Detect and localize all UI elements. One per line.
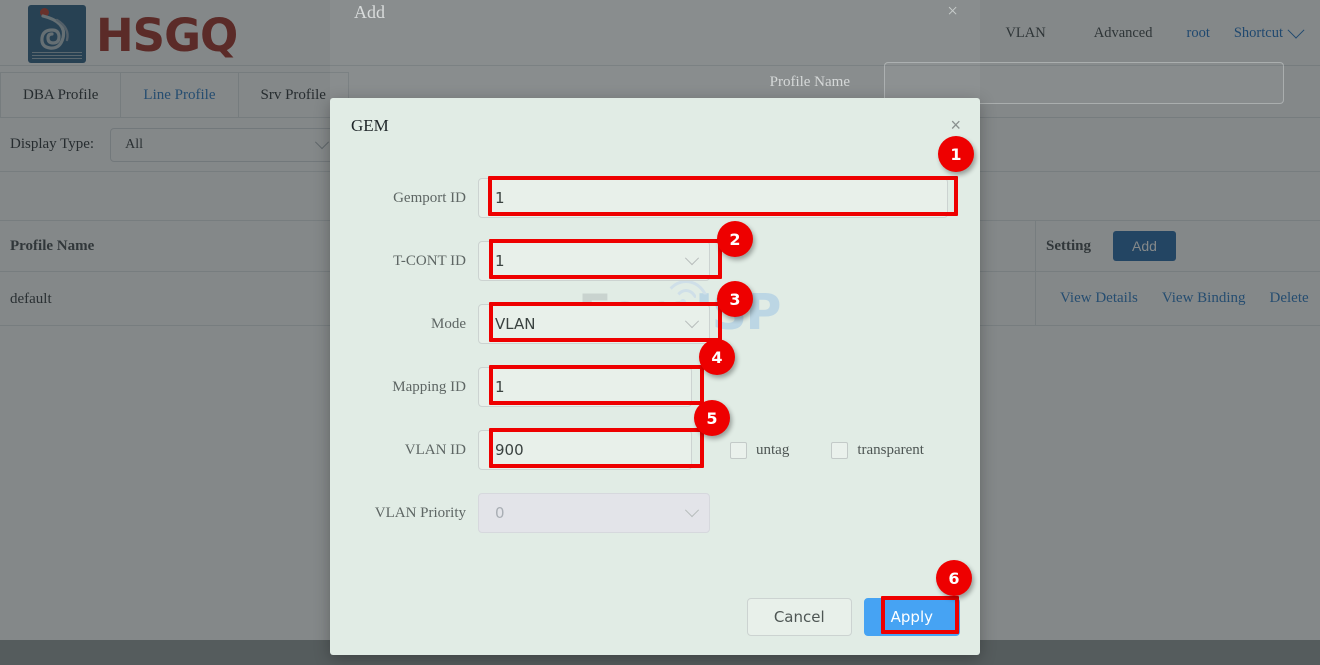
vlan-tag-options: untag transparent bbox=[730, 442, 924, 459]
untag-checkbox[interactable] bbox=[730, 442, 747, 459]
mapping-id-value: 1 bbox=[495, 378, 505, 396]
vlan-id-label: VLAN ID bbox=[330, 442, 478, 459]
close-icon[interactable]: × bbox=[947, 2, 958, 21]
mapping-id-field[interactable]: 1 bbox=[478, 367, 692, 407]
gemport-id-value: 1 bbox=[495, 189, 505, 207]
form-row-tcont-id: T-CONT ID 1 bbox=[330, 239, 980, 283]
mode-label: Mode bbox=[330, 316, 478, 333]
untag-checkbox-item[interactable]: untag bbox=[730, 442, 789, 459]
chevron-down-icon bbox=[685, 314, 699, 328]
profile-name-label: Profile Name bbox=[330, 74, 850, 91]
gemport-id-field[interactable]: 1 bbox=[478, 178, 948, 218]
chevron-down-icon bbox=[685, 251, 699, 265]
untag-label: untag bbox=[756, 442, 789, 459]
form-row-vlan-id: VLAN ID 900 untag transparent bbox=[330, 428, 980, 472]
gemport-id-label: Gemport ID bbox=[330, 190, 478, 207]
cancel-button[interactable]: Cancel bbox=[747, 598, 852, 636]
vlan-priority-label: VLAN Priority bbox=[330, 505, 478, 522]
transparent-checkbox-item[interactable]: transparent bbox=[831, 442, 924, 459]
mapping-id-label: Mapping ID bbox=[330, 379, 478, 396]
close-icon[interactable]: × bbox=[950, 116, 961, 134]
gem-dialog-title: GEM bbox=[351, 116, 389, 136]
apply-button[interactable]: Apply bbox=[864, 598, 960, 636]
transparent-label: transparent bbox=[857, 442, 924, 459]
form-row-vlan-priority: VLAN Priority 0 bbox=[330, 491, 980, 535]
vlan-id-field[interactable]: 900 bbox=[478, 430, 692, 470]
mode-field[interactable]: VLAN bbox=[478, 304, 710, 344]
transparent-checkbox[interactable] bbox=[831, 442, 848, 459]
form-row-gemport-id: Gemport ID 1 bbox=[330, 176, 980, 220]
form-row-mode: Mode VLAN bbox=[330, 302, 980, 346]
form-row-mapping-id: Mapping ID 1 bbox=[330, 365, 980, 409]
mode-value: VLAN bbox=[495, 315, 535, 333]
tcont-id-value: 1 bbox=[495, 252, 505, 270]
chevron-down-icon bbox=[685, 503, 699, 517]
tcont-id-field[interactable]: 1 bbox=[478, 241, 710, 281]
vlan-priority-field: 0 bbox=[478, 493, 710, 533]
add-dialog-title: Add bbox=[354, 2, 385, 23]
gem-dialog: GEM × ForoISP Gemport ID 1 T-CONT ID 1 M… bbox=[330, 98, 980, 655]
tcont-id-label: T-CONT ID bbox=[330, 253, 478, 270]
vlan-priority-value: 0 bbox=[495, 504, 505, 522]
vlan-id-value: 900 bbox=[495, 441, 524, 459]
gem-dialog-actions: Cancel Apply bbox=[747, 598, 960, 636]
